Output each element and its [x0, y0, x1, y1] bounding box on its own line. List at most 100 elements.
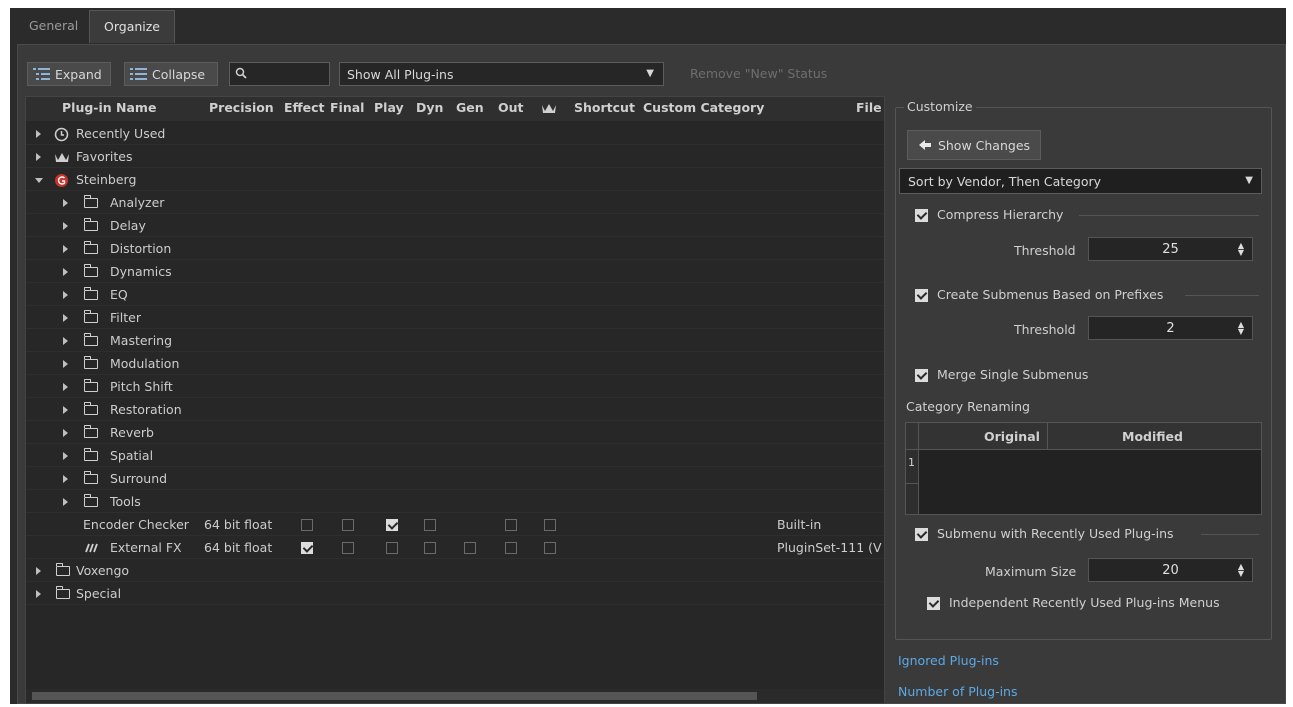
tree-row-category[interactable]: Pitch Shift	[26, 376, 884, 398]
number-of-plugins-link[interactable]: Number of Plug-ins	[898, 684, 1018, 699]
threshold-stepper[interactable]: 2 ▲ ▼	[1088, 316, 1253, 340]
final-checkbox[interactable]	[342, 519, 354, 531]
tree-row-recently-used[interactable]: Recently Used	[26, 123, 884, 145]
col-file[interactable]: File	[856, 100, 882, 115]
tree-row-steinberg[interactable]: Steinberg	[26, 169, 884, 191]
collapse-arrow-icon[interactable]	[35, 178, 43, 183]
expand-arrow-icon[interactable]	[63, 360, 68, 368]
tree-row-category[interactable]: Modulation	[26, 353, 884, 375]
search-input[interactable]	[229, 62, 330, 86]
tree-row-category[interactable]: Distortion	[26, 238, 884, 260]
tree-label: Favorites	[76, 149, 133, 164]
divider	[1185, 295, 1259, 296]
col-out[interactable]: Out	[498, 100, 524, 115]
col-effect[interactable]: Effect	[284, 100, 325, 115]
expand-arrow-icon[interactable]	[63, 337, 68, 345]
tree-row-favorites[interactable]: Favorites	[26, 146, 884, 168]
customize-group: Customize Show Changes Sort by Vendor, T…	[895, 99, 1272, 640]
tree-label: EQ	[110, 287, 128, 302]
horizontal-scrollbar[interactable]	[26, 689, 884, 703]
play-checkbox[interactable]	[386, 542, 398, 554]
expand-arrow-icon[interactable]	[63, 245, 68, 253]
category-renaming-table[interactable]: Original Modified 1	[905, 422, 1262, 515]
plugin-row[interactable]: Encoder Checker 64 bit float Built-in	[26, 514, 884, 536]
expand-button[interactable]: Expand	[27, 62, 111, 86]
merge-single-checkbox[interactable]	[915, 369, 928, 382]
independent-recent-checkbox[interactable]	[927, 597, 940, 610]
dyn-checkbox[interactable]	[424, 542, 436, 554]
stepper-arrows-icon[interactable]: ▲ ▼	[1238, 563, 1244, 578]
ignored-plugins-link[interactable]: Ignored Plug-ins	[898, 653, 999, 668]
effect-checkbox[interactable]	[301, 519, 313, 531]
remove-new-status-button[interactable]: Remove "New" Status	[690, 66, 827, 81]
collapse-button[interactable]: Collapse	[124, 62, 218, 86]
filter-dropdown[interactable]: Show All Plug-ins ▼	[339, 62, 664, 86]
expand-arrow-icon[interactable]	[63, 291, 68, 299]
sort-dropdown[interactable]: Sort by Vendor, Then Category ▼	[899, 168, 1262, 194]
tree-row-category[interactable]: EQ	[26, 284, 884, 306]
col-final[interactable]: Final	[330, 100, 364, 115]
tree-label: Distortion	[110, 241, 172, 256]
favorite-checkbox[interactable]	[544, 519, 556, 531]
tree-row-category[interactable]: Mastering	[26, 330, 884, 352]
tree-row-category[interactable]: Spatial	[26, 445, 884, 467]
stepper-arrows-icon[interactable]: ▲ ▼	[1238, 321, 1244, 336]
col-plugin-name[interactable]: Plug-in Name	[62, 100, 156, 115]
tree-row-voxengo[interactable]: Voxengo	[26, 560, 884, 582]
tree-row-category[interactable]: Reverb	[26, 422, 884, 444]
tree-row-category[interactable]: Analyzer	[26, 192, 884, 214]
compress-hierarchy-checkbox[interactable]	[915, 209, 928, 222]
gen-checkbox[interactable]	[464, 542, 476, 554]
expand-arrow-icon[interactable]	[63, 199, 68, 207]
col-gen[interactable]: Gen	[456, 100, 484, 115]
out-checkbox[interactable]	[505, 542, 517, 554]
scrollbar-thumb[interactable]	[32, 692, 757, 700]
col-precision[interactable]: Precision	[209, 100, 274, 115]
table-header: Original Modified	[906, 423, 1261, 450]
expand-arrow-icon[interactable]	[36, 130, 41, 138]
final-checkbox[interactable]	[342, 542, 354, 554]
expand-arrow-icon[interactable]	[63, 475, 68, 483]
tree-row-category[interactable]: Delay	[26, 215, 884, 237]
tab-general[interactable]: General	[15, 10, 92, 42]
stepper-arrows-icon[interactable]: ▲ ▼	[1238, 242, 1244, 257]
expand-arrow-icon[interactable]	[63, 222, 68, 230]
tree-row-category[interactable]: Dynamics	[26, 261, 884, 283]
expand-arrow-icon[interactable]	[63, 268, 68, 276]
tree-row-category[interactable]: Surround	[26, 468, 884, 490]
expand-arrow-icon[interactable]	[63, 452, 68, 460]
expand-arrow-icon[interactable]	[63, 498, 68, 506]
col-custom-category[interactable]: Custom Category	[643, 100, 764, 115]
tree-row-category[interactable]: Restoration	[26, 399, 884, 421]
crown-icon[interactable]	[541, 103, 557, 115]
show-changes-button[interactable]: Show Changes	[907, 130, 1041, 160]
submenu-recent-checkbox[interactable]	[915, 528, 928, 541]
tab-organize[interactable]: Organize	[89, 10, 175, 43]
expand-arrow-icon[interactable]	[63, 429, 68, 437]
out-checkbox[interactable]	[505, 519, 517, 531]
play-checkbox[interactable]	[386, 519, 398, 531]
tree-row-special[interactable]: Special	[26, 583, 884, 605]
maximum-size-stepper[interactable]: 20 ▲ ▼	[1088, 558, 1253, 582]
tree-row-category[interactable]: Tools	[26, 491, 884, 513]
expand-arrow-icon[interactable]	[63, 383, 68, 391]
expand-arrow-icon[interactable]	[36, 567, 41, 575]
arrow-left-icon	[918, 140, 931, 150]
plugin-name: Encoder Checker	[83, 517, 189, 532]
col-shortcut[interactable]: Shortcut	[574, 100, 635, 115]
plugin-file: Built-in	[777, 517, 822, 532]
expand-arrow-icon[interactable]	[63, 314, 68, 322]
dyn-checkbox[interactable]	[424, 519, 436, 531]
tree-row-category[interactable]: Filter	[26, 307, 884, 329]
expand-arrow-icon[interactable]	[63, 406, 68, 414]
col-dyn[interactable]: Dyn	[416, 100, 443, 115]
expand-arrow-icon[interactable]	[36, 590, 41, 598]
folder-icon	[84, 287, 98, 300]
effect-checkbox[interactable]	[301, 542, 313, 554]
expand-arrow-icon[interactable]	[36, 153, 41, 161]
plugin-row[interactable]: External FX 64 bit float PluginSet-111 (…	[26, 537, 884, 559]
col-play[interactable]: Play	[374, 100, 404, 115]
threshold-stepper[interactable]: 25 ▲ ▼	[1088, 237, 1253, 261]
favorite-checkbox[interactable]	[544, 542, 556, 554]
create-submenus-checkbox[interactable]	[915, 289, 928, 302]
